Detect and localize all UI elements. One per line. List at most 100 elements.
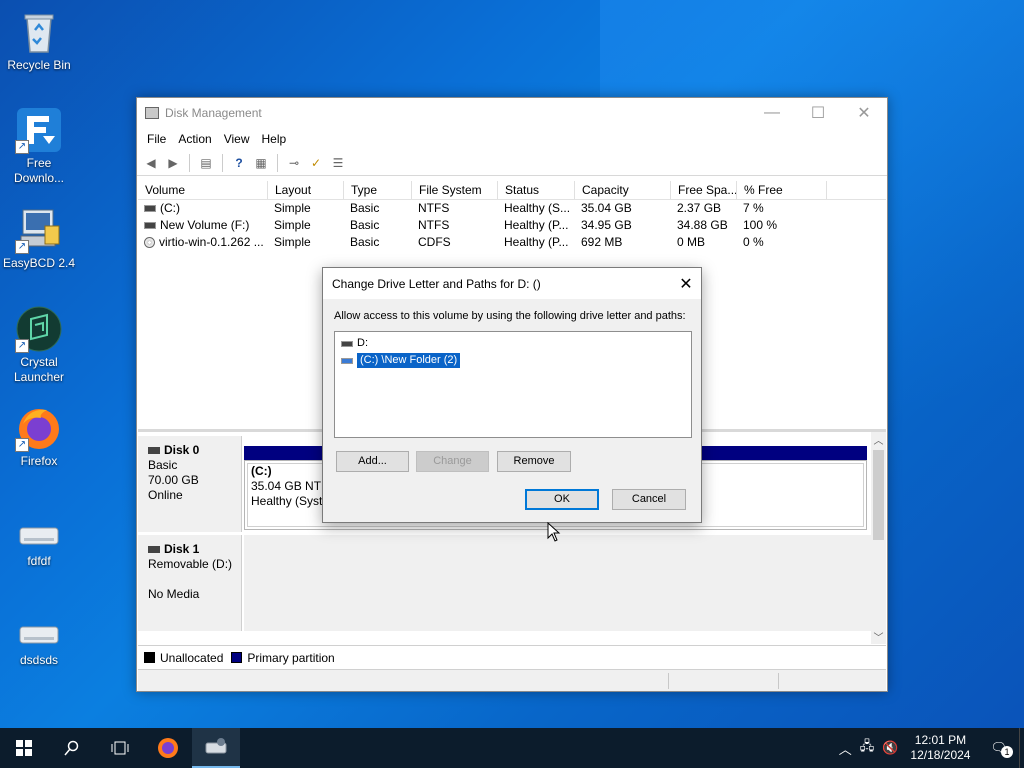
properties-icon[interactable]: ▦ [251,153,271,173]
volume-layout: Simple [274,218,311,232]
column-header-type[interactable]: Type [344,181,412,199]
dialog-close-icon[interactable]: ✕ [671,274,701,294]
table-row[interactable]: (C:) Simple Basic NTFS Healthy (S... 35.… [138,200,886,217]
desktop-icon-recycle-bin[interactable]: Recycle Bin [2,8,76,73]
dialog-titlebar[interactable]: Change Drive Letter and Paths for D: () … [323,268,701,299]
legend-swatch-primary [231,652,243,663]
taskbar-disk-management-icon[interactable] [192,728,240,768]
firefox-icon: ↗ [15,404,63,452]
volume-percent-free: 0 % [743,235,764,249]
taskbar-firefox-icon[interactable] [144,728,192,768]
forward-arrow-icon[interactable]: ▶ [163,153,183,173]
cancel-button[interactable]: Cancel [612,489,686,510]
add-button[interactable]: Add... [336,451,409,472]
clock[interactable]: 12:01 PM 12/18/2024 [902,733,978,763]
menu-file[interactable]: File [141,132,172,146]
table-row[interactable]: virtio-win-0.1.262 ... Simple Basic CDFS… [138,234,886,251]
menu-action[interactable]: Action [172,132,217,146]
ok-button[interactable]: OK [525,489,599,510]
path-label: D: [357,337,368,349]
action-center-icon[interactable]: 🗨 1 [978,740,1019,758]
shortcut-arrow-icon: ↗ [15,140,29,154]
disk-row-disk-1[interactable]: Disk 1 Removable (D:) No Media [138,535,871,631]
column-header-percent-free[interactable]: % Free [737,181,827,199]
column-header-empty [827,181,886,199]
chevron-up-icon[interactable]: ︿ [835,739,856,758]
settings-list-icon[interactable]: ☰ [328,153,348,173]
list-item-d[interactable]: D: [341,335,691,352]
column-header-capacity[interactable]: Capacity [575,181,671,199]
volume-list-header: Volume Layout Type File System Status Ca… [138,181,886,200]
desktop-icon-firefox[interactable]: ↗ Firefox [2,404,76,469]
dialog-title: Change Drive Letter and Paths for D: () [332,276,541,291]
table-row[interactable]: New Volume (F:) Simple Basic NTFS Health… [138,217,886,234]
desktop-icon-free-download-manager[interactable]: ↗ Free Downlo... [2,106,76,186]
volume-capacity: 34.95 GB [581,218,632,232]
disk-view-scrollbar[interactable]: ︿ ﹀ [871,432,886,644]
toolbar-separator [222,153,223,172]
volume-muted-icon[interactable]: 🔇 [878,740,902,756]
start-button[interactable] [0,728,48,768]
desktop-icon-label: Recycle Bin [7,58,71,72]
network-icon[interactable]: 🖧 [856,737,879,759]
volume-name: virtio-win-0.1.262 ... [159,235,264,249]
system-tray: ︿ 🖧 🔇 12:01 PM 12/18/2024 🗨 1 [835,728,1024,768]
show-hide-console-tree-icon[interactable]: ▤ [196,153,216,173]
remove-button[interactable]: Remove [497,451,571,472]
volume-capacity: 692 MB [581,235,623,249]
desktop-icon-crystal-launcher[interactable]: ↗ Crystal Launcher [2,305,76,385]
column-header-volume[interactable]: Volume [138,181,268,199]
desktop-icon-dsdsds[interactable]: dsdsds [2,617,76,668]
drive-icon [15,617,63,651]
volume-name: (C:) [160,201,180,215]
status-bar-divider [778,673,779,689]
crystal-launcher-icon: ↗ [15,305,63,353]
connect-icon[interactable]: ⊸ [284,153,304,173]
desktop-icon-label: Crystal Launcher [13,355,65,384]
change-drive-letter-dialog: Change Drive Letter and Paths for D: () … [322,267,702,523]
column-header-layout[interactable]: Layout [268,181,344,199]
drive-icon [15,518,63,552]
column-header-file-system[interactable]: File System [412,181,498,199]
drive-paths-list[interactable]: D: (C:) \New Folder (2) [334,331,692,438]
window-titlebar[interactable]: Disk Management — ☐ ✕ [137,98,887,128]
scroll-up-icon[interactable]: ︿ [871,432,886,447]
desktop-icon-easybcd[interactable]: ↗ EasyBCD 2.4 [2,206,76,271]
desktop-icon-fdfdf[interactable]: fdfdf [2,518,76,569]
scroll-down-icon[interactable]: ﹀ [871,629,886,644]
menu-view[interactable]: View [218,132,256,146]
disk-drive-icon [148,546,160,553]
clock-time: 12:01 PM [914,733,967,747]
menu-help[interactable]: Help [256,132,293,146]
close-button[interactable]: ✕ [841,98,887,128]
volume-layout: Simple [274,201,311,215]
maximize-button[interactable]: ☐ [795,98,841,128]
task-view-icon[interactable] [96,728,144,768]
volume-free-space: 0 MB [677,235,706,249]
search-icon[interactable] [48,728,96,768]
show-desktop-button[interactable] [1019,728,1024,768]
volume-name: New Volume (F:) [160,218,250,232]
notification-count: 1 [1001,746,1013,758]
minimize-button[interactable]: — [749,98,795,128]
column-header-free-space[interactable]: Free Spa... [671,181,737,199]
list-item-new-folder[interactable]: (C:) \New Folder (2) [341,352,691,369]
change-button[interactable]: Change [416,451,489,472]
scroll-thumb[interactable] [873,450,884,540]
disk-name: Disk 1 [164,542,200,556]
help-icon[interactable]: ? [229,153,249,173]
status-bar [138,669,886,691]
check-icon[interactable]: ✓ [306,153,326,173]
column-header-status[interactable]: Status [498,181,575,199]
toolbar-separator [277,153,278,172]
disk-label[interactable]: Disk 0 Basic 70.00 GB Online [138,436,242,532]
drive-icon [144,205,156,213]
disk-label[interactable]: Disk 1 Removable (D:) No Media [138,535,242,631]
legend-label-primary: Primary partition [247,650,335,665]
volume-file-system: NTFS [418,201,450,215]
back-arrow-icon[interactable]: ◀ [141,153,161,173]
desktop-icon-label: Firefox [20,454,58,468]
disk-state: No Media [148,587,200,601]
clock-date: 12/18/2024 [910,748,971,762]
dialog-description: Allow access to this volume by using the… [334,310,686,322]
